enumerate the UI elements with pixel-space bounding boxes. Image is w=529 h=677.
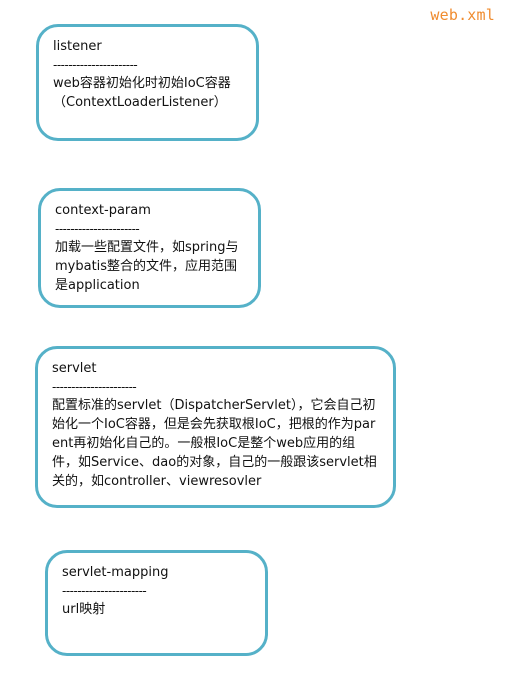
servlet-mapping-separator: ---------------------- — [62, 584, 147, 598]
listener-description: web容器初始化时初始IoC容器（ContextLoaderListener） — [53, 76, 231, 110]
listener-title: listener — [53, 39, 102, 54]
listener-box: listener ---------------------- web容器初始化… — [36, 24, 259, 141]
servlet-separator: ---------------------- — [52, 380, 137, 394]
context-param-title: context-param — [55, 203, 151, 218]
context-param-separator: ---------------------- — [55, 222, 140, 236]
file-label: web.xml — [430, 6, 495, 24]
servlet-title: servlet — [52, 361, 97, 376]
servlet-mapping-title: servlet-mapping — [62, 565, 169, 580]
servlet-mapping-description: url映射 — [62, 602, 106, 617]
context-param-box: context-param ---------------------- 加载一… — [38, 188, 261, 308]
servlet-description: 配置标准的servlet（DispatcherServlet），它会自己初始化一… — [52, 398, 377, 489]
servlet-box: servlet ---------------------- 配置标准的serv… — [35, 346, 396, 508]
listener-separator: ---------------------- — [53, 58, 138, 72]
servlet-mapping-box: servlet-mapping ---------------------- u… — [45, 550, 268, 656]
context-param-description: 加载一些配置文件，如spring与mybatis整合的文件，应用范围是appli… — [55, 240, 239, 293]
